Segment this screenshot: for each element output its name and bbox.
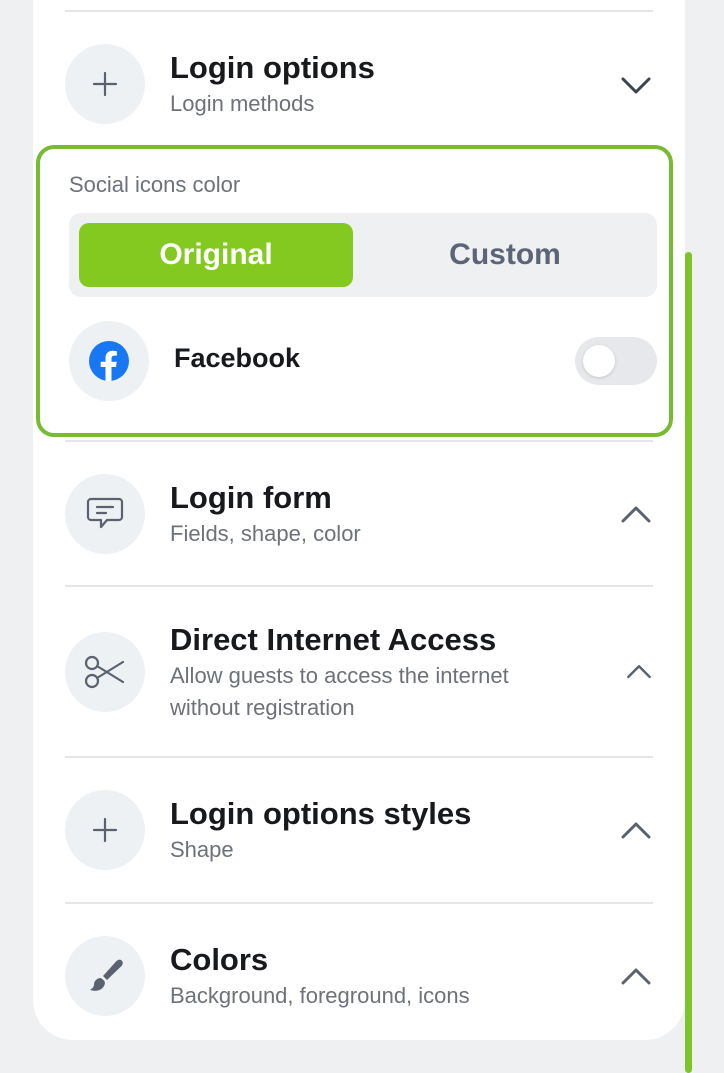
section-title: Direct Internet Access: [170, 622, 497, 657]
brush-icon: [65, 936, 145, 1016]
section-title: Login options styles: [170, 796, 472, 831]
custom-option-button[interactable]: Custom: [363, 223, 647, 287]
section-subtitle: Background, foreground, icons: [170, 983, 470, 1008]
section-title: Login options: [170, 50, 375, 85]
message-icon: [65, 474, 145, 554]
section-login-options[interactable]: Login options Login methods: [65, 44, 653, 124]
section-login-options-styles[interactable]: Login options styles Shape: [65, 790, 653, 870]
divider: [65, 10, 653, 12]
section-colors[interactable]: Colors Background, foreground, icons: [65, 936, 653, 1016]
section-login-form[interactable]: Login form Fields, shape, color: [65, 474, 653, 554]
divider: [65, 585, 653, 587]
section-direct-internet-access[interactable]: Direct Internet Access Allow guests to a…: [65, 616, 653, 726]
facebook-icon: [69, 321, 149, 401]
section-subtitle-line2: without registration: [170, 695, 355, 720]
facebook-row: Facebook: [69, 321, 657, 401]
section-title: Colors: [170, 942, 269, 977]
chevron-down-icon[interactable]: [619, 74, 653, 96]
divider: [65, 902, 653, 904]
color-mode-segmented-control: Original Custom: [69, 213, 657, 297]
social-icons-color-label: Social icons color: [69, 172, 241, 197]
chevron-up-icon[interactable]: [625, 663, 653, 681]
divider: [65, 440, 653, 442]
scrollbar[interactable]: [685, 252, 692, 1073]
facebook-toggle[interactable]: [575, 337, 657, 385]
original-option-button[interactable]: Original: [79, 223, 353, 287]
plus-icon: [65, 44, 145, 124]
toggle-knob: [583, 345, 615, 377]
section-subtitle: Fields, shape, color: [170, 521, 361, 546]
plus-icon: [65, 790, 145, 870]
social-icons-color-panel: Social icons color Original Custom Faceb…: [36, 145, 673, 437]
chevron-up-icon[interactable]: [619, 820, 653, 842]
chevron-up-icon[interactable]: [619, 966, 653, 988]
scissors-icon: [65, 632, 145, 712]
section-subtitle-line1: Allow guests to access the internet: [170, 663, 509, 688]
section-subtitle: Login methods: [170, 91, 315, 116]
facebook-label: Facebook: [174, 343, 301, 373]
chevron-up-icon[interactable]: [619, 504, 653, 526]
divider: [65, 756, 653, 758]
section-subtitle: Shape: [170, 837, 234, 862]
section-title: Login form: [170, 480, 332, 515]
